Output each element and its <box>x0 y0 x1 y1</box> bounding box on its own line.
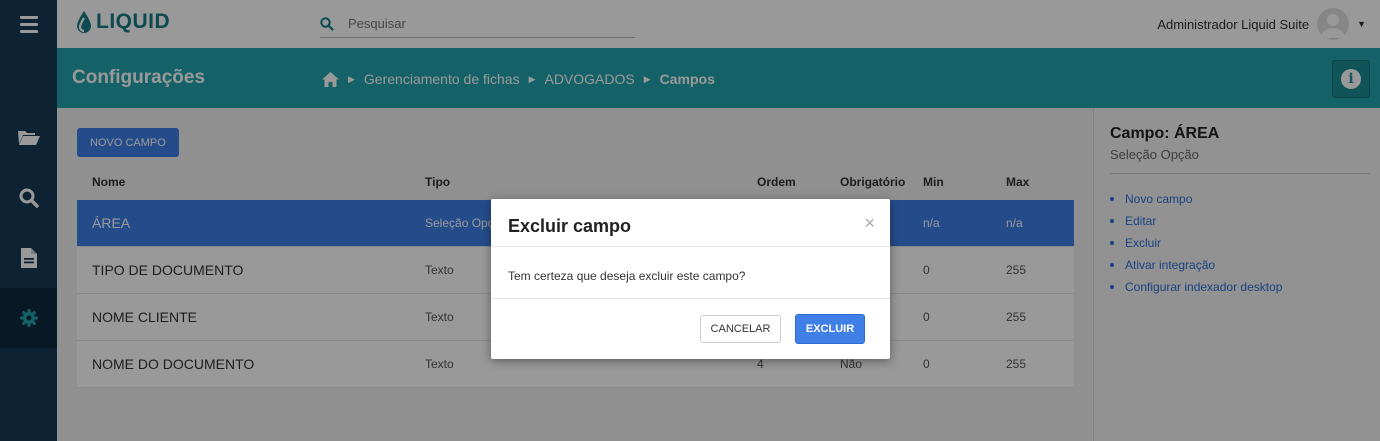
dialog-title: Excluir campo <box>508 216 632 236</box>
dialog-message: Tem certeza que deseja excluir este camp… <box>508 269 746 283</box>
divider <box>491 298 890 299</box>
delete-field-dialog: Excluir campo × Tem certeza que deseja e… <box>491 199 890 359</box>
divider <box>491 246 890 247</box>
confirm-delete-button[interactable]: EXCLUIR <box>795 314 865 344</box>
close-icon[interactable]: × <box>864 213 875 234</box>
cancel-button[interactable]: CANCELAR <box>700 315 781 343</box>
